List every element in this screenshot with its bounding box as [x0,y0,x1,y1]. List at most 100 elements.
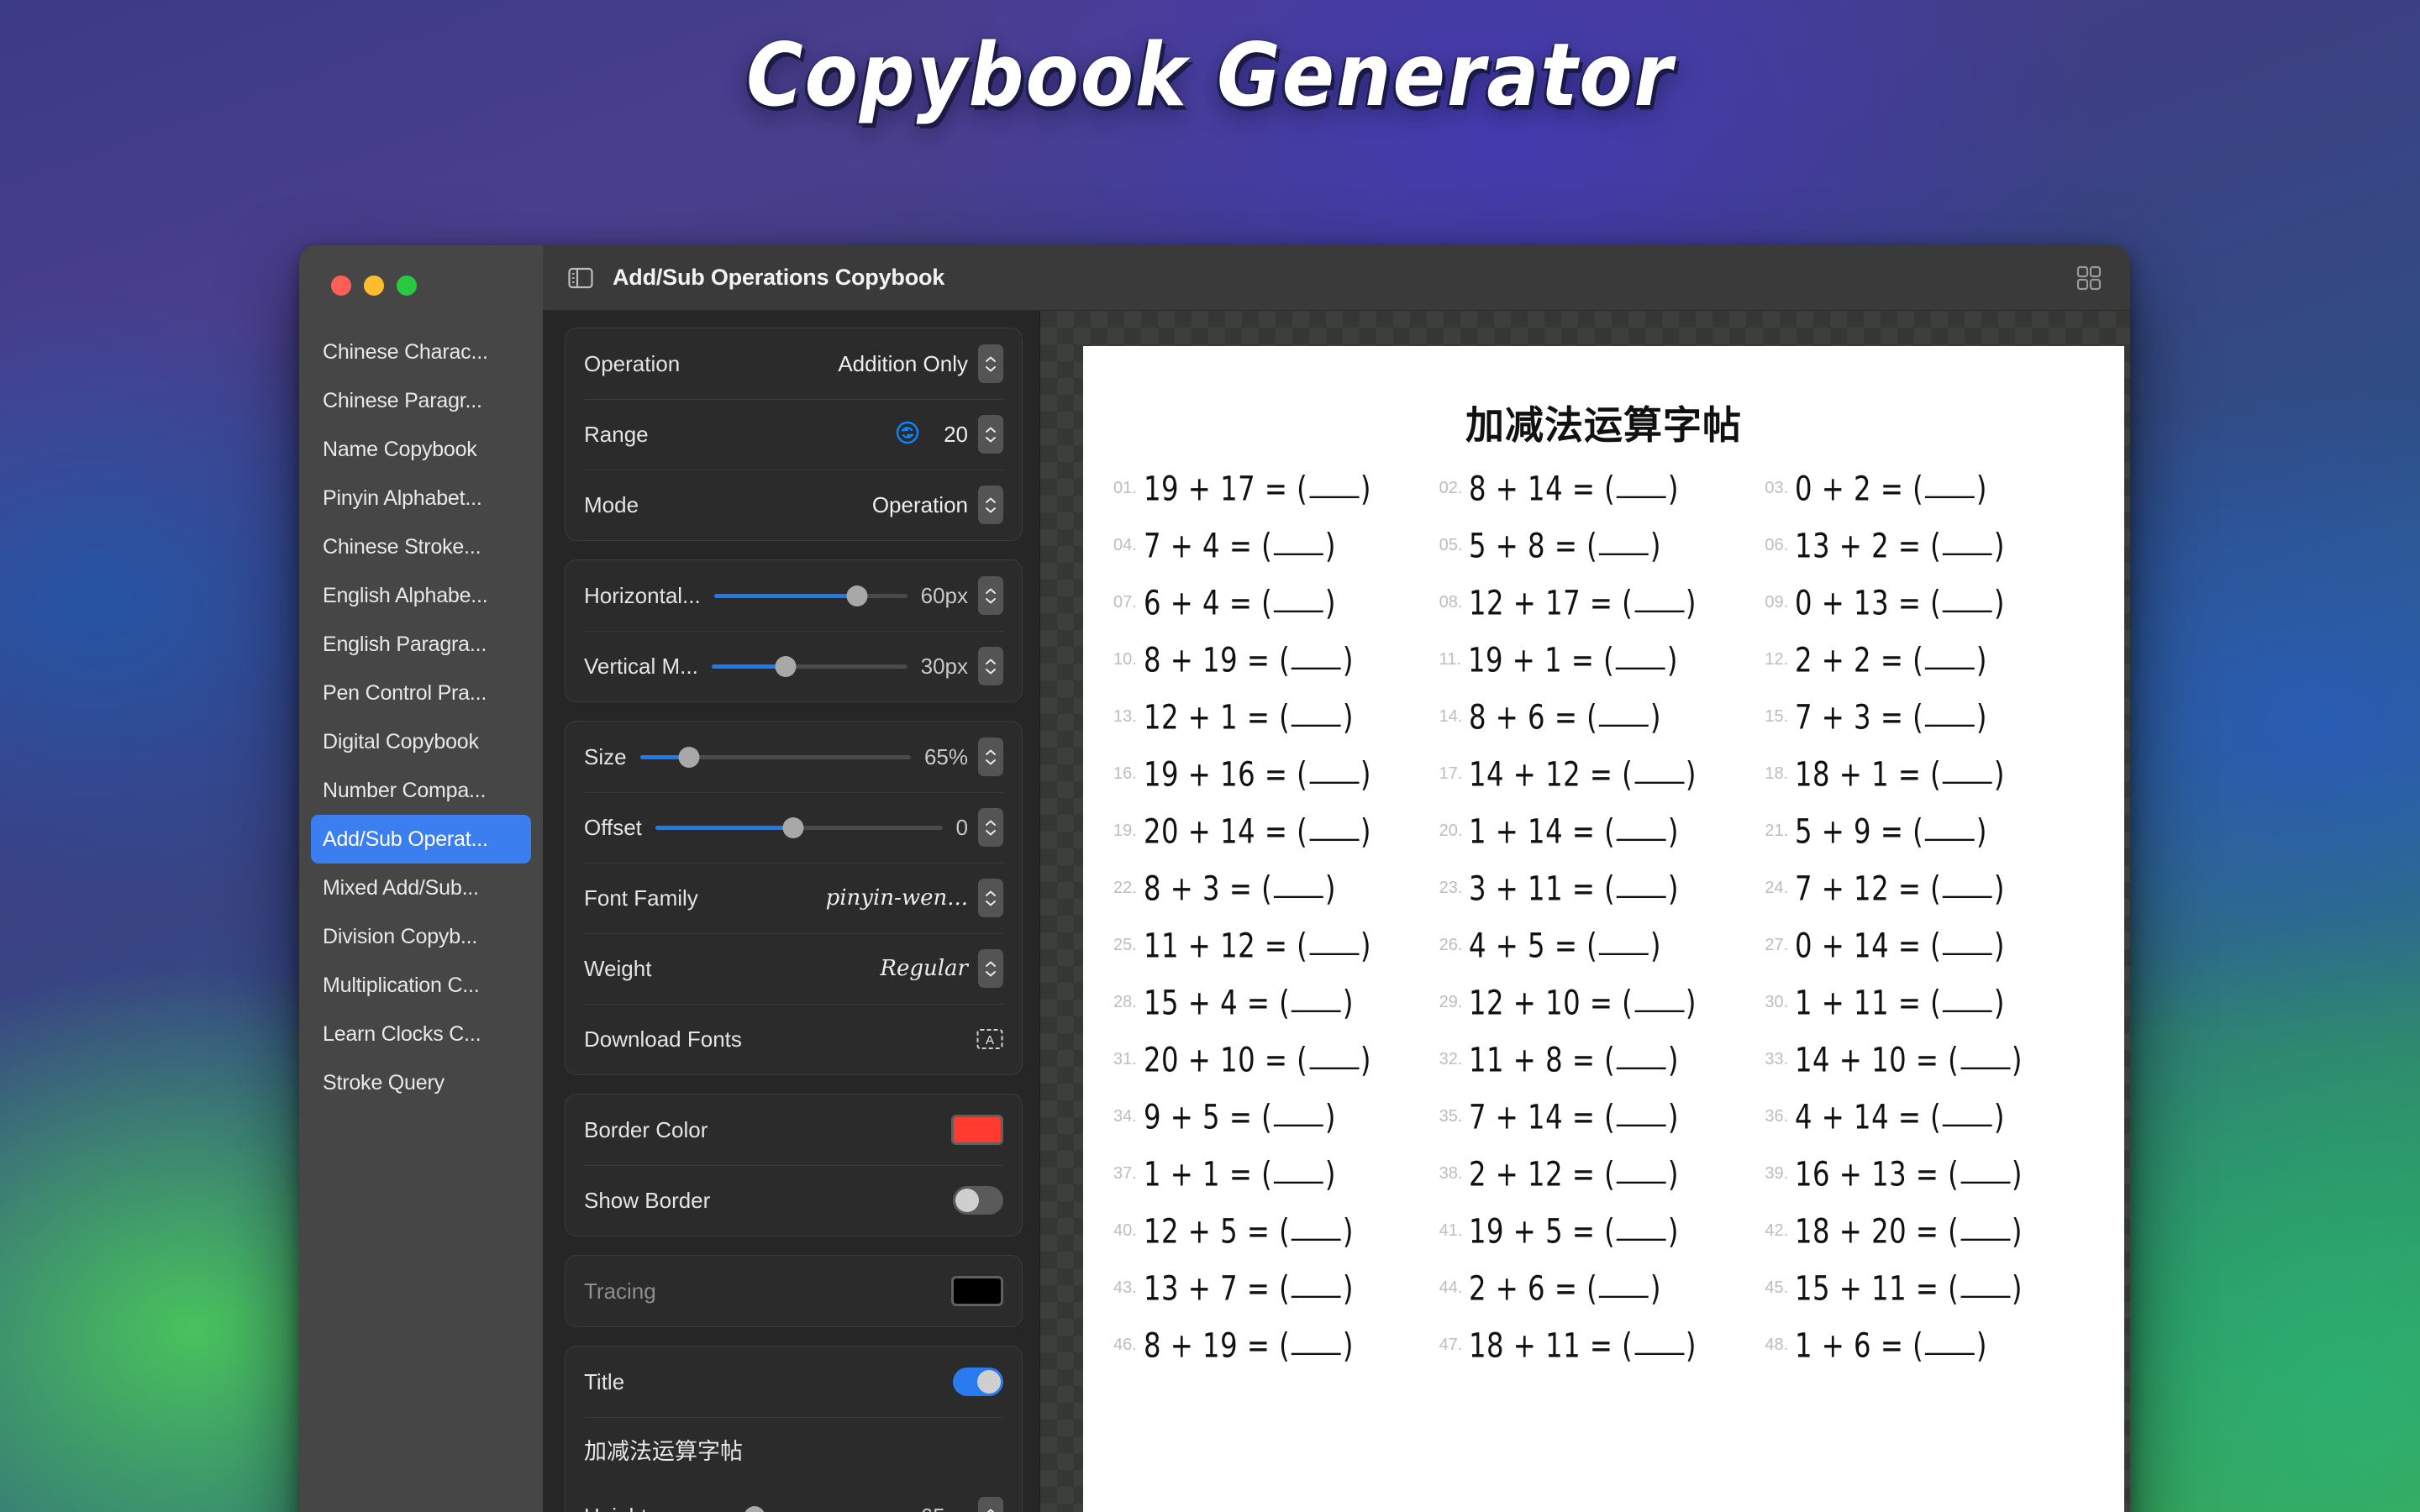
zoom-button[interactable] [397,276,417,296]
problem-item: 20. 1 + 14 = () [1439,812,1765,875]
weight-stepper[interactable] [978,949,1003,988]
title-toggle[interactable] [953,1368,1003,1396]
problem-item: 37. 1 + 1 = () [1113,1155,1439,1218]
horizontal-margin-slider[interactable] [713,585,908,606]
font-family-row[interactable]: Font Family pinyin-wen... [566,863,1022,933]
sidebar-item-6[interactable]: English Paragra... [311,620,531,669]
sidebar-item-15[interactable]: Stroke Query [311,1058,531,1107]
operation-value: Addition Only [838,350,968,376]
sidebar-item-10[interactable]: Add/Sub Operat... [311,815,531,864]
height-slider[interactable] [660,1505,907,1512]
vertical-margin-row[interactable]: Vertical M... 30px [566,631,1022,701]
size-stepper[interactable] [978,738,1003,776]
mode-stepper[interactable] [978,486,1003,524]
border-color-swatch[interactable] [951,1115,1003,1145]
title-text-row[interactable]: 加减法运算字帖 [566,1417,1022,1481]
sidebar-item-13[interactable]: Multiplication C... [311,961,531,1010]
offset-row[interactable]: Offset 0 [566,792,1022,863]
tracing-color-swatch[interactable] [951,1276,1003,1306]
show-border-row[interactable]: Show Border [566,1165,1022,1236]
sidebar-item-9[interactable]: Number Compa... [311,766,531,815]
problem-expression: 9 + 5 = () [1143,1097,1336,1137]
problem-expression: 12 + 17 = () [1469,583,1697,623]
sidebar-toggle-icon[interactable] [568,267,593,289]
slider-fill [655,825,793,830]
problem-item: 14. 8 + 6 = () [1439,698,1765,761]
sidebar-item-14[interactable]: Learn Clocks C... [311,1010,531,1058]
sidebar-item-label: Chinese Paragr... [323,388,482,412]
size-row[interactable]: Size 65% [566,722,1022,792]
sidebar-item-5[interactable]: English Alphabe... [311,571,531,620]
height-row[interactable]: Height 65px [566,1481,1022,1512]
sidebar-item-1[interactable]: Chinese Paragr... [311,376,531,425]
operation-label: Operation [584,350,681,376]
answer-blank [1308,1067,1359,1070]
offset-stepper[interactable] [978,808,1003,847]
problem-item: 40. 12 + 5 = () [1113,1212,1439,1275]
height-stepper[interactable] [978,1497,1003,1512]
problem-index: 24. [1765,879,1789,897]
problem-expression: 1 + 11 = () [1795,983,2006,1023]
answer-blank [1617,1124,1667,1127]
weight-row[interactable]: Weight Regular [566,933,1022,1004]
horizontal-margin-stepper[interactable] [978,576,1003,615]
sidebar-item-4[interactable]: Chinese Stroke... [311,522,531,571]
content-row: Operation Addition Only Range 20 Mode Op… [543,311,2130,1512]
sidebar-item-12[interactable]: Division Copyb... [311,912,531,961]
sidebar-item-label: Add/Sub Operat... [323,827,488,851]
page-title: Copybook Generator [746,24,1674,126]
settings-panel: Operation Addition Only Range 20 Mode Op… [543,311,1040,1512]
preview-canvas[interactable]: 加减法运算字帖 01. 19 + 17 = () 02. 8 + 14 = () 03.… [1040,311,2130,1512]
font-family-label: Font Family [584,885,698,911]
problem-index: 14. [1439,707,1463,726]
slider-knob[interactable] [678,746,700,768]
slider-knob[interactable] [744,1505,765,1512]
sidebar-item-0[interactable]: Chinese Charac... [311,328,531,376]
range-row[interactable]: Range 20 [566,399,1022,470]
slider-fill [713,593,857,598]
sidebar-item-2[interactable]: Name Copybook [311,425,531,474]
answer-blank [1634,781,1685,785]
sidebar-item-8[interactable]: Digital Copybook [311,717,531,766]
title-toggle-row[interactable]: Title [566,1347,1022,1417]
horizontal-margin-row[interactable]: Horizontal... 60px [566,560,1022,631]
refresh-icon[interactable] [895,420,920,449]
operation-stepper[interactable] [978,344,1003,383]
font-download-icon[interactable]: A [976,1027,1003,1051]
show-border-toggle[interactable] [953,1186,1003,1215]
operation-row[interactable]: Operation Addition Only [566,328,1022,399]
svg-text:A: A [986,1033,994,1047]
problem-expression: 2 + 2 = () [1795,640,1988,680]
range-stepper[interactable] [978,415,1003,454]
close-button[interactable] [331,276,351,296]
problem-expression: 19 + 5 = () [1469,1211,1680,1252]
problem-item: 19. 20 + 14 = () [1113,812,1439,875]
minimize-button[interactable] [364,276,384,296]
grid-view-icon[interactable] [2076,265,2102,291]
sidebar-item-7[interactable]: Pen Control Pra... [311,669,531,717]
mode-row[interactable]: Mode Operation [566,470,1022,540]
slider-knob[interactable] [775,655,797,677]
border-color-row[interactable]: Border Color [566,1095,1022,1165]
problem-item: 48. 1 + 6 = () [1765,1326,2091,1389]
offset-slider[interactable] [655,816,943,838]
answer-blank [1617,895,1667,899]
problem-index: 05. [1439,536,1463,554]
problem-item: 04. 7 + 4 = () [1113,527,1439,590]
sidebar-item-11[interactable]: Mixed Add/Sub... [311,864,531,912]
font-family-stepper[interactable] [978,879,1003,917]
problem-index: 03. [1765,479,1789,497]
vertical-margin-slider[interactable] [711,655,908,677]
problem-item: 25. 11 + 12 = () [1113,927,1439,990]
answer-blank [1599,724,1649,727]
slider-knob[interactable] [846,585,868,606]
sidebar-item-3[interactable]: Pinyin Alphabet... [311,474,531,522]
answer-blank [1634,1010,1685,1013]
answer-blank [1291,667,1341,670]
size-slider[interactable] [639,746,911,768]
vertical-margin-stepper[interactable] [978,647,1003,685]
slider-knob[interactable] [782,816,804,838]
tracing-row[interactable]: Tracing [566,1256,1022,1326]
title-text-input[interactable]: 加减法运算字帖 [584,1433,743,1466]
download-fonts-row[interactable]: Download Fonts A [566,1004,1022,1074]
